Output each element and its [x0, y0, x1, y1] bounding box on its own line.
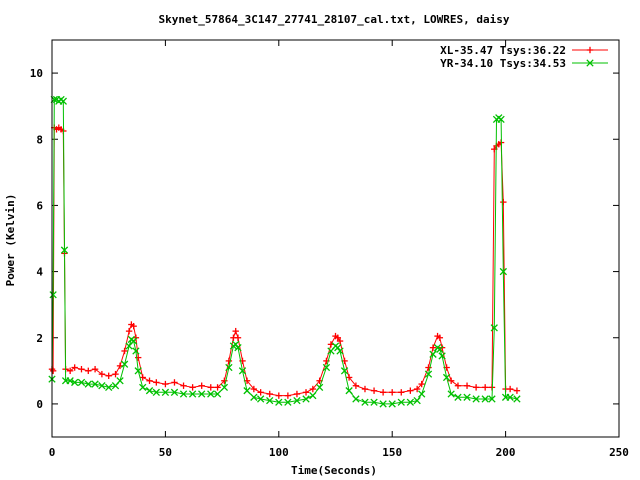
x-tick-label: 100 [269, 446, 289, 459]
data-point [207, 384, 214, 391]
data-point [105, 372, 112, 379]
data-point [398, 389, 405, 396]
data-point [413, 396, 421, 405]
data-point [257, 389, 264, 396]
data-point [293, 390, 301, 398]
data-point [429, 350, 437, 358]
y-tick-label: 6 [36, 199, 43, 212]
data-point [275, 392, 282, 399]
data-point [250, 393, 258, 401]
legend-label: YR-34.10 Tsys:34.53 [440, 57, 566, 70]
data-point [120, 360, 129, 368]
series-layer [48, 95, 521, 408]
data-point [171, 379, 178, 386]
legend: XL-35.47 Tsys:36.22YR-34.10 Tsys:34.53 [440, 44, 608, 70]
y-tick-label: 2 [36, 332, 43, 345]
x-axis-label: Time(Seconds) [291, 464, 377, 477]
y-tick-label: 0 [36, 398, 43, 411]
chart-title: Skynet_57864_3C147_27741_28107_cal.txt, … [159, 13, 510, 26]
x-tick-label: 250 [609, 446, 629, 459]
data-point [78, 365, 85, 373]
y-tick-label: 8 [36, 133, 43, 146]
series-2 [48, 95, 521, 408]
data-point [361, 385, 369, 393]
x-tick-label: 200 [496, 446, 516, 459]
data-point [513, 387, 521, 394]
data-point [98, 382, 106, 390]
data-point [284, 392, 292, 399]
data-point [125, 327, 133, 335]
data-point [334, 344, 342, 352]
data-point [345, 387, 353, 395]
axis-ticks: 0 50 100 150 200 250 0 2 4 6 8 10 [30, 40, 629, 459]
data-point [85, 367, 92, 375]
x-tick-label: 150 [382, 446, 402, 459]
data-point [447, 390, 455, 398]
data-point [370, 387, 378, 394]
data-point [112, 370, 119, 378]
chart: Skynet_57864_3C147_27741_28107_cal.txt, … [4, 13, 629, 477]
data-point [105, 383, 113, 392]
y-tick-label: 4 [36, 266, 43, 279]
data-point [243, 387, 251, 395]
data-point [389, 389, 396, 396]
data-point [232, 340, 240, 349]
x-tick-label: 0 [49, 446, 56, 459]
y-tick-label: 10 [30, 67, 43, 80]
data-point [145, 387, 154, 395]
data-point [198, 382, 205, 389]
data-point [146, 377, 153, 384]
data-point [481, 384, 489, 391]
series-1 [48, 124, 521, 399]
data-point [220, 383, 229, 392]
data-point [418, 390, 426, 398]
data-point [189, 384, 196, 391]
legend-marker [586, 46, 594, 54]
data-point [116, 377, 124, 385]
data-point [234, 334, 242, 341]
legend-label: XL-35.47 Tsys:36.22 [440, 44, 566, 57]
x-tick-label: 50 [159, 446, 172, 459]
data-point [139, 383, 147, 392]
data-point [506, 385, 514, 393]
data-point [379, 389, 387, 396]
data-point [309, 391, 317, 400]
data-point [472, 384, 480, 391]
data-point [302, 389, 310, 396]
data-point [266, 390, 273, 398]
series-line [51, 98, 518, 405]
data-point [153, 379, 160, 386]
y-axis-label: Power (Kelvin) [4, 194, 17, 287]
data-point [352, 395, 360, 403]
plot-frame [51, 39, 620, 438]
data-point [315, 383, 324, 392]
data-point [180, 382, 187, 389]
data-point [232, 327, 239, 335]
data-point [500, 198, 507, 206]
series-line [51, 126, 518, 397]
data-point [71, 364, 78, 371]
data-point [463, 382, 471, 389]
data-point [162, 380, 169, 388]
data-point [407, 387, 414, 394]
